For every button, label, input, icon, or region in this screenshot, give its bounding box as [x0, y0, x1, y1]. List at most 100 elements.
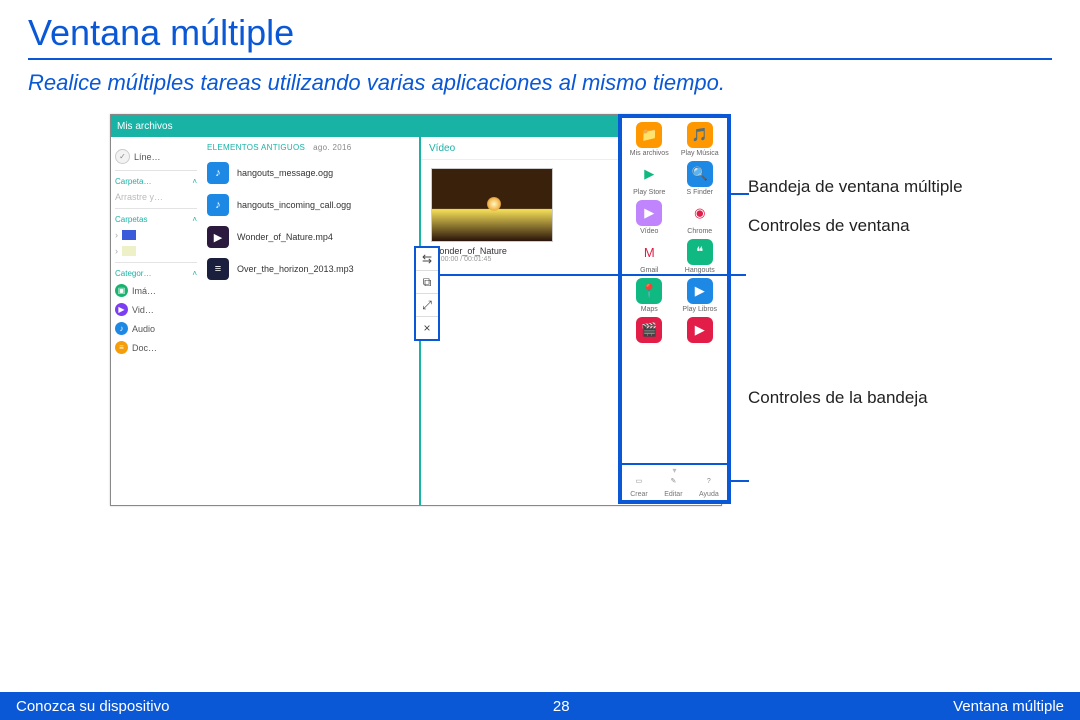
- sidebar-drag-hint: Arrastre y…: [115, 192, 197, 202]
- file-type-icon: ♪: [207, 162, 229, 184]
- sidebar-hdr-carpeta[interactable]: Carpeta… ˄: [115, 177, 197, 186]
- category-icon: ♪: [115, 322, 128, 335]
- chevron-up-icon: ˄: [192, 177, 197, 186]
- folder-row-1[interactable]: ›: [115, 230, 197, 240]
- tray-app[interactable]: M Gmail: [626, 239, 673, 274]
- tray-app[interactable]: ▶ Play Libros: [677, 278, 724, 313]
- chevron-right-icon: ›: [115, 230, 118, 240]
- app-icon: ▶: [636, 161, 662, 187]
- leader-line: [731, 193, 749, 195]
- tray-app[interactable]: ▶ Play Store: [626, 161, 673, 196]
- footer-page: 28: [553, 698, 570, 715]
- category-label: Imá…: [132, 286, 156, 296]
- tray-app[interactable]: 📍 Maps: [626, 278, 673, 313]
- tray-app[interactable]: 🎵Play Música: [677, 122, 724, 157]
- tray-control-icon: ?: [701, 473, 717, 489]
- category-label: Doc…: [132, 343, 157, 353]
- footer-right[interactable]: Ventana múltiple: [953, 698, 1064, 715]
- tray-app[interactable]: 🔍 S Finder: [677, 161, 724, 196]
- tray-app[interactable]: ▶ Vídeo: [626, 200, 673, 235]
- sun-graphic: [487, 197, 501, 211]
- file-name: Over_the_horizon_2013.mp3: [237, 264, 354, 274]
- app-label: Maps: [641, 306, 658, 313]
- tray-control[interactable]: ✎ Editar: [664, 473, 682, 498]
- app-label: Mis archivos: [630, 150, 669, 157]
- footer: Conozca su dispositivo 28 Ventana múltip…: [0, 692, 1080, 720]
- category-label: Vid…: [132, 305, 154, 315]
- expand-icon[interactable]: ⤢: [416, 294, 438, 317]
- app-icon: ▶: [636, 200, 662, 226]
- tray-app[interactable]: ▶: [677, 317, 724, 345]
- app-icon: 🎬: [636, 317, 662, 343]
- category-icon: ≡: [115, 341, 128, 354]
- chevron-up-icon: ˄: [192, 269, 197, 278]
- app-icon: 📁: [636, 122, 662, 148]
- app-icon: 🎵: [687, 122, 713, 148]
- tray-control[interactable]: ? Ayuda: [699, 473, 719, 498]
- tray-app[interactable]: 📁 Mis archivos: [626, 122, 673, 157]
- file-row[interactable]: ≡Over_the_horizon_2013.mp3: [207, 258, 413, 280]
- sidebar-category[interactable]: ▶ Vid…: [115, 303, 197, 316]
- page-title: Ventana múltiple: [28, 12, 1052, 54]
- share-content-icon[interactable]: ⧉: [416, 271, 438, 294]
- title-rule: [28, 58, 1052, 60]
- tray-control-label: Editar: [664, 491, 682, 498]
- file-row[interactable]: ▶ Wonder_of_Nature.mp4: [207, 226, 413, 248]
- sidebar-category[interactable]: ♪ Audio: [115, 322, 197, 335]
- sidebar-category[interactable]: ▣ Imá…: [115, 284, 197, 297]
- swap-windows-icon[interactable]: ⇆: [416, 248, 438, 271]
- tray-control[interactable]: ▭ Crear: [630, 473, 648, 498]
- left-pane: ✓ Líne… Carpeta… ˄ Arrastre y… Carpetas: [111, 137, 421, 505]
- sidebar-hdr-categor[interactable]: Categor… ˄: [115, 269, 197, 278]
- callout-tray-controls: Controles de la bandeja: [748, 387, 963, 408]
- tray-app[interactable]: ◉ Chrome: [677, 200, 724, 235]
- footer-left[interactable]: Conozca su dispositivo: [16, 698, 169, 715]
- tray-app[interactable]: ❝Hangouts: [677, 239, 724, 274]
- tray-control-icon: ▭: [631, 473, 647, 489]
- leader-line: [731, 480, 749, 482]
- file-row[interactable]: ♪hangouts_incoming_call.ogg: [207, 194, 413, 216]
- app-icon: 📍: [636, 278, 662, 304]
- chevron-up-icon: ˄: [192, 215, 197, 224]
- app-icon: M: [636, 239, 662, 265]
- category-icon: ▶: [115, 303, 128, 316]
- app-icon: ▶: [687, 278, 713, 304]
- file-type-icon: ▶: [207, 226, 229, 248]
- folder-row-2[interactable]: ›: [115, 246, 197, 256]
- app-label: Play Store: [633, 189, 665, 196]
- page-subtitle: Realice múltiples tareas utilizando vari…: [28, 70, 1052, 96]
- window-controls-bar: ⇆ ⧉ ⤢ ×: [414, 246, 440, 341]
- tray-app[interactable]: 🎬: [626, 317, 673, 345]
- app-label: Vídeo: [640, 228, 658, 235]
- clock-icon: ✓: [115, 149, 130, 164]
- app-label: S Finder: [687, 189, 713, 196]
- app-label: Play Libros: [682, 306, 717, 313]
- sidebar-category[interactable]: ≡ Doc…: [115, 341, 197, 354]
- topbar-title: Mis archivos: [117, 121, 173, 132]
- app-label: Chrome: [687, 228, 712, 235]
- callout-controls: Controles de ventana: [748, 215, 963, 236]
- sidebar-hdr-carpetas[interactable]: Carpetas ˄: [115, 215, 197, 224]
- file-name: hangouts_incoming_call.ogg: [237, 200, 351, 210]
- close-icon[interactable]: ×: [416, 317, 438, 339]
- folder-icon: [122, 230, 136, 240]
- tray-control-label: Ayuda: [699, 491, 719, 498]
- callouts: Bandeja de ventana múltiple Controles de…: [748, 114, 963, 426]
- app-icon: 🔍: [687, 161, 713, 187]
- category-label: Audio: [132, 324, 155, 334]
- file-name: Wonder_of_Nature.mp4: [237, 232, 333, 242]
- tray-control-icon: ✎: [665, 473, 681, 489]
- callout-tray: Bandeja de ventana múltiple: [748, 176, 963, 197]
- app-label: Gmail: [640, 267, 658, 274]
- category-icon: ▣: [115, 284, 128, 297]
- video-thumbnail[interactable]: [431, 168, 553, 242]
- tray-control-label: Crear: [630, 491, 648, 498]
- leader-line: [440, 274, 746, 276]
- folder-icon: [122, 246, 136, 256]
- illustration-area: Mis archivos ⋮⋮ ● ⌕ ⋮ ✓ Líne…: [100, 114, 980, 544]
- app-label: Hangouts: [685, 267, 715, 274]
- sidebar-item-timeline[interactable]: ✓ Líne…: [115, 149, 197, 164]
- file-row[interactable]: ♪hangouts_message.ogg: [207, 162, 413, 184]
- sidebar: ✓ Líne… Carpeta… ˄ Arrastre y… Carpetas: [111, 137, 201, 505]
- app-icon: ◉: [687, 200, 713, 226]
